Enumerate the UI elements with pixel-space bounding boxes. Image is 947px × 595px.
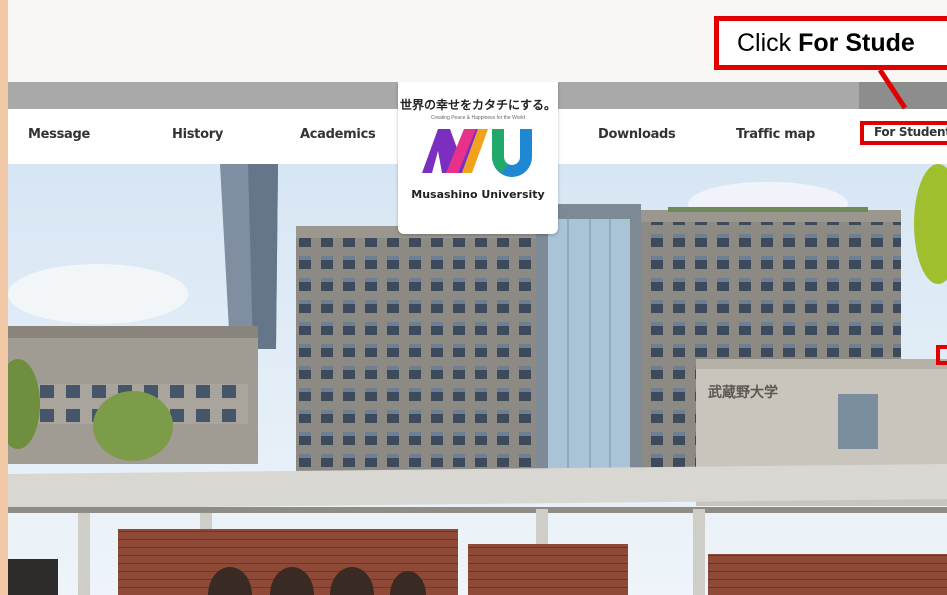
partial-highlight-marker	[936, 345, 947, 365]
university-name: Musashino University	[411, 188, 545, 201]
website-frame: Message History Academics Downloads Traf…	[8, 82, 947, 595]
callout-pointer-line	[877, 68, 908, 110]
building-sign-text: 武蔵野大学	[708, 384, 778, 401]
